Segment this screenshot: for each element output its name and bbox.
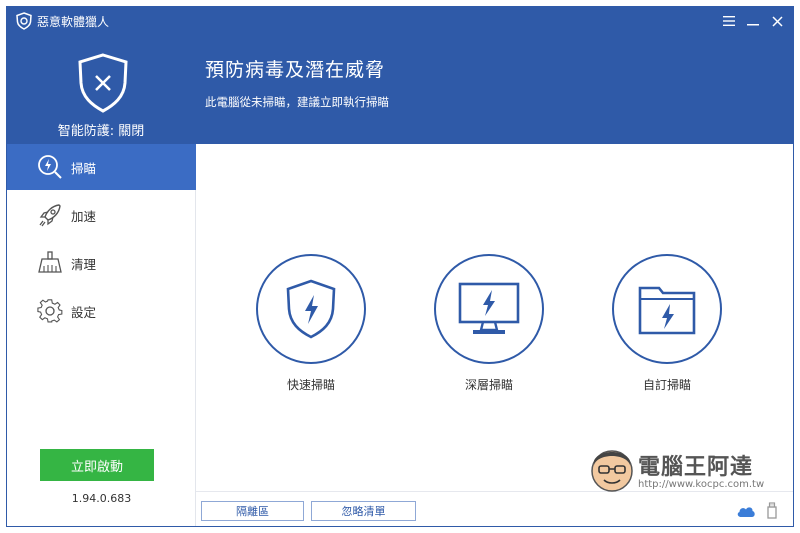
sidebar-item-settings[interactable]: 設定 [7,288,196,334]
quick-scan-label: 快速掃瞄 [286,378,335,392]
sidebar-item-scan[interactable]: 掃瞄 [7,144,196,190]
window-controls [719,11,787,31]
deep-scan-circle[interactable] [434,254,544,364]
usb-icon[interactable] [766,502,778,519]
custom-scan-label: 自訂掃瞄 [642,378,691,392]
app-logo-icon [16,12,32,30]
page-subline: 此電腦從未掃瞄，建議立即執行掃瞄 [205,95,389,109]
start-protection-button[interactable]: 立即啟動 [40,449,154,481]
protection-shield-icon [78,53,128,113]
minimize-icon [747,24,759,26]
close-icon [771,15,783,27]
custom-scan-circle[interactable] [612,254,722,364]
app-title: 惡意軟體獵人 [37,15,110,29]
monitor-bolt-icon [458,282,520,334]
minimize-button[interactable] [743,11,763,31]
sidebar: 掃瞄 加速 清理 設定 立即啟動 1.94.0.683 [7,144,196,526]
quick-scan-option[interactable]: 快速掃瞄 [246,254,376,393]
sidebar-item-label: 加速 [71,208,97,224]
watermark: 電腦王阿達 http://www.kocpc.com.tw [590,445,790,500]
quarantine-button[interactable]: 隔離區 [201,501,304,521]
watermark-url: http://www.kocpc.com.tw [638,479,765,490]
ignore-list-button[interactable]: 忽略清單 [311,501,416,521]
broom-icon [35,248,65,278]
version-label: 1.94.0.683 [71,492,132,505]
cloud-icon[interactable] [736,504,756,518]
header-banner: 惡意軟體獵人 智能防護: 關閉 預防病毒及潛在威脅 此電腦從未掃瞄，建議立即執行… [7,7,793,144]
sidebar-item-label: 清理 [71,256,97,272]
deep-scan-option[interactable]: 深層掃瞄 [424,254,554,393]
menu-button[interactable] [719,11,739,31]
sidebar-item-label: 掃瞄 [71,160,97,176]
close-button[interactable] [767,11,787,31]
scan-icon [35,152,65,182]
shield-bolt-icon [286,279,336,339]
watermark-title: 電腦王阿達 [638,455,754,480]
rocket-icon [35,200,65,230]
folder-bolt-icon [638,286,696,335]
sidebar-item-clean[interactable]: 清理 [7,240,196,286]
gear-icon [35,296,65,326]
mascot-logo-icon [591,450,633,492]
titlebar: 惡意軟體獵人 [7,7,793,35]
protection-status: 智能防護: 關閉 [57,124,145,139]
quick-scan-circle[interactable] [256,254,366,364]
menu-icon [723,16,735,26]
page-headline: 預防病毒及潛在威脅 [205,59,386,81]
custom-scan-option[interactable]: 自訂掃瞄 [602,254,732,393]
sidebar-item-speedup[interactable]: 加速 [7,192,196,238]
deep-scan-label: 深層掃瞄 [464,378,513,392]
sidebar-item-label: 設定 [71,304,97,320]
